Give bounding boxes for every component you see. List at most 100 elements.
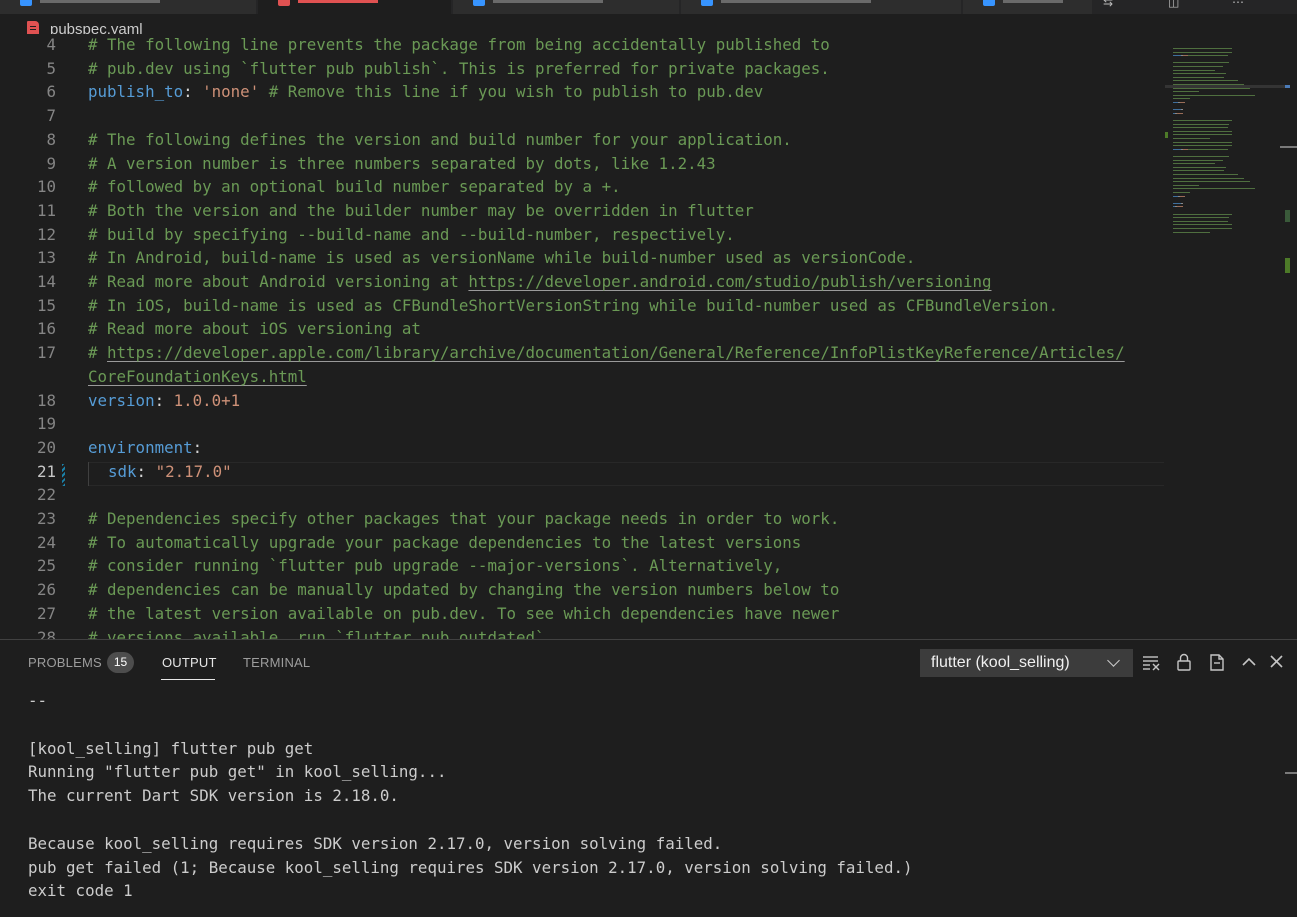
- code-text: # Dependencies specify other packages th…: [88, 507, 839, 531]
- code-link[interactable]: https://developer.android.com/studio/pub…: [468, 272, 991, 291]
- code-text: # versions available, run `flutter pub o…: [88, 626, 554, 640]
- editor-tab[interactable]: [0, 0, 257, 14]
- code-line[interactable]: 19: [0, 412, 1165, 436]
- line-number: 12: [36, 224, 56, 244]
- code-text: environment:: [88, 436, 202, 460]
- code-editor[interactable]: 4 # The following line prevents the packa…: [0, 34, 1297, 639]
- dart-file-icon: [473, 0, 485, 6]
- minimap-code-line: [1173, 184, 1199, 186]
- more-actions-icon[interactable]: ⋯: [1232, 0, 1244, 9]
- code-line[interactable]: 27 # the latest version available on pub.…: [0, 602, 1165, 626]
- line-number: 22: [36, 485, 56, 505]
- code-text: CoreFoundationKeys.html: [88, 365, 307, 389]
- code-line[interactable]: 4 # The following line prevents the packa…: [0, 34, 1165, 57]
- code-line[interactable]: 26 # dependencies can be manually updated…: [0, 578, 1165, 602]
- problems-count-badge: 15: [107, 652, 134, 673]
- editor-tab[interactable]: [681, 0, 962, 14]
- code-line[interactable]: 21 sdk: "2.17.0": [0, 460, 1165, 484]
- code-line[interactable]: 28 # versions available, run `flutter pub…: [0, 626, 1165, 640]
- code-line[interactable]: 16 # Read more about iOS versioning at: [0, 317, 1165, 341]
- editor-tab[interactable]: [963, 0, 1093, 14]
- code-line[interactable]: 8 # The following defines the version and…: [0, 128, 1165, 152]
- minimap-code-line: [1188, 148, 1228, 150]
- clear-output-icon[interactable]: [1141, 652, 1161, 672]
- code-text: # pub.dev using `flutter pub publish`. T…: [88, 57, 830, 81]
- code-text: # In Android, build-name is used as vers…: [88, 246, 915, 270]
- line-number: 8: [46, 129, 56, 149]
- minimap-code-line: [1173, 91, 1199, 93]
- line-number: 10: [36, 177, 56, 197]
- editor-tab[interactable]: [453, 0, 680, 14]
- editor-tab-active[interactable]: [258, 0, 452, 14]
- code-line[interactable]: CoreFoundationKeys.html: [0, 365, 1165, 389]
- minimap-code-line: [1180, 195, 1185, 197]
- code-token: # pub.dev using `flutter pub publish`. T…: [88, 58, 830, 78]
- code-line[interactable]: 12 # build by specifying --build-name and…: [0, 223, 1165, 247]
- code-link[interactable]: CoreFoundationKeys.html: [88, 367, 307, 386]
- code-line[interactable]: 10 # followed by an optional build number…: [0, 175, 1165, 199]
- code-token: environment: [88, 437, 193, 457]
- code-token: "2.17.0": [155, 461, 232, 481]
- minimap-code-line: [1177, 112, 1183, 114]
- maximize-panel-icon[interactable]: [1239, 652, 1259, 672]
- minimap-code-line: [1173, 123, 1229, 125]
- minimap-code-line: [1173, 202, 1181, 204]
- code-line[interactable]: 24 # To automatically upgrade your packag…: [0, 531, 1165, 555]
- tab-problems[interactable]: PROBLEMS: [28, 655, 102, 670]
- code-link[interactable]: https://developer.apple.com/library/arch…: [107, 343, 1125, 362]
- code-token: # Read more about iOS versioning at: [88, 319, 421, 339]
- code-token: sdk: [108, 461, 137, 481]
- code-token: # consider running `flutter pub upgrade …: [88, 556, 783, 576]
- minimap-code-line: [1173, 76, 1224, 78]
- code-line[interactable]: 9 # A version number is three numbers sep…: [0, 152, 1165, 176]
- split-editor-icon[interactable]: ◫: [1168, 0, 1179, 9]
- code-line[interactable]: 11 # Both the version and the builder num…: [0, 199, 1165, 223]
- minimap[interactable]: [1165, 42, 1297, 639]
- compare-changes-icon[interactable]: ⇆: [1103, 0, 1113, 9]
- code-line[interactable]: 20 environment:: [0, 436, 1165, 460]
- output-line: pub get failed (1; Because kool_selling …: [28, 857, 913, 877]
- dart-file-icon: [20, 0, 32, 6]
- minimap-code-line: [1173, 130, 1232, 132]
- code-line[interactable]: 5 # pub.dev using `flutter pub publish`. …: [0, 57, 1165, 81]
- minimap-code-line: [1173, 98, 1190, 100]
- code-text: # The following line prevents the packag…: [88, 34, 830, 57]
- code-text: # the latest version available on pub.de…: [88, 602, 839, 626]
- code-line[interactable]: 25 # consider running `flutter pub upgrad…: [0, 554, 1165, 578]
- output-view[interactable]: -- [kool_selling] flutter pub get Running …: [0, 684, 1297, 917]
- code-line[interactable]: 6 publish_to: 'none' # Remove this line i…: [0, 80, 1165, 104]
- line-number: 6: [46, 82, 56, 102]
- code-line[interactable]: 18 version: 1.0.0+1: [0, 389, 1165, 413]
- tab-output[interactable]: OUTPUT: [162, 655, 217, 670]
- output-line: exit code 1: [28, 881, 133, 901]
- code-line[interactable]: 15 # In iOS, build-name is used as CFBund…: [0, 294, 1165, 318]
- minimap-code-line: [1173, 192, 1190, 193]
- minimap-code-line: [1173, 228, 1232, 229]
- code-text: # Read more about Android versioning at …: [88, 270, 992, 294]
- tab-terminal[interactable]: TERMINAL: [243, 655, 310, 670]
- code-token: version: [88, 390, 155, 410]
- open-log-icon[interactable]: [1207, 652, 1227, 672]
- lock-scroll-icon[interactable]: [1174, 652, 1194, 672]
- code-line[interactable]: 7: [0, 104, 1165, 128]
- code-token: :: [183, 82, 203, 102]
- code-line[interactable]: 22: [0, 483, 1165, 507]
- code-token: # To automatically upgrade your package …: [88, 532, 802, 552]
- code-line[interactable]: 23 # Dependencies specify other packages …: [0, 507, 1165, 531]
- output-channel-select[interactable]: flutter (kool_selling): [920, 649, 1133, 677]
- code-token: :: [154, 390, 174, 410]
- minimap-code-line: [1173, 134, 1232, 136]
- output-line: The current Dart SDK version is 2.18.0.: [28, 786, 399, 806]
- line-number: 21: [36, 461, 56, 481]
- code-token: #: [88, 343, 108, 363]
- code-text: # followed by an optional build number s…: [88, 175, 621, 199]
- code-line[interactable]: 13 # In Android, build-name is used as ve…: [0, 246, 1165, 270]
- line-number: 26: [36, 580, 56, 600]
- line-number: 25: [36, 556, 56, 576]
- close-panel-icon[interactable]: [1267, 652, 1287, 672]
- minimap-code-line: [1175, 94, 1255, 96]
- minimap-code-line: [1203, 177, 1244, 179]
- line-number: 16: [36, 319, 56, 339]
- code-line[interactable]: 17 # https://developer.apple.com/library/…: [0, 341, 1165, 365]
- code-line[interactable]: 14 # Read more about Android versioning a…: [0, 270, 1165, 294]
